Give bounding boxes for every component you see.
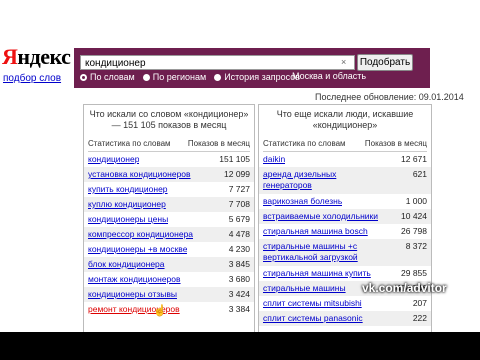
impressions: 29 855 bbox=[401, 268, 427, 278]
keyword-link[interactable]: монтаж кондиционеров bbox=[88, 274, 181, 285]
impressions: 3 384 bbox=[228, 304, 250, 314]
table-row: монтаж кондиционеров 3 680 bbox=[84, 272, 254, 287]
keyword-link[interactable]: стиральные машины bbox=[263, 283, 346, 294]
table-row: кондиционеры отзывы 3 424 bbox=[84, 287, 254, 302]
table-row: сплит системы panasonic 222 bbox=[259, 311, 431, 326]
table-row: стиральная машина bosch 26 798 bbox=[259, 224, 431, 239]
table-row: куплю кондиционер 7 708 bbox=[84, 197, 254, 212]
clear-icon[interactable]: × bbox=[341, 57, 351, 67]
keyword-link[interactable]: сплит системы mitsubishi bbox=[263, 298, 362, 309]
keyword-link[interactable]: купить кондиционер bbox=[88, 184, 168, 195]
keyword-link[interactable]: варикозная болезнь bbox=[263, 196, 342, 207]
logo-first-letter: Я bbox=[2, 44, 18, 69]
impressions: 1 000 bbox=[405, 196, 427, 206]
keyword-link[interactable]: сплит системы panasonic bbox=[263, 313, 363, 324]
impressions: 7 708 bbox=[228, 199, 250, 209]
impressions: 12 099 bbox=[224, 169, 250, 179]
keyword-link[interactable]: кондиционеры +в москве bbox=[88, 244, 187, 255]
keyword-link[interactable]: встраиваемые холодильники bbox=[263, 211, 378, 222]
last-updated: Последнее обновление: 09.01.2014 bbox=[315, 92, 464, 102]
yandex-logo[interactable]: Яндекс bbox=[2, 44, 71, 70]
table-row: стиральные машины +с вертикальной загруз… bbox=[259, 239, 431, 266]
table-row: установка кондиционеров 12 099 bbox=[84, 167, 254, 182]
impressions: 3 845 bbox=[228, 259, 250, 269]
keyword-link[interactable]: компрессор кондиционера bbox=[88, 229, 193, 240]
keyword-link[interactable]: стиральные машины +с вертикальной загруз… bbox=[263, 241, 383, 263]
panel-title: Что еще искали люди, искавшие «кондицион… bbox=[276, 109, 414, 130]
impressions: 621 bbox=[412, 169, 427, 179]
table-row: ремонт кондиционеров 3 384 bbox=[84, 302, 254, 317]
impressions: 12 671 bbox=[401, 154, 427, 164]
impressions: 3 424 bbox=[228, 289, 250, 299]
impressions: 4 230 bbox=[228, 244, 250, 254]
radio-selected-icon bbox=[80, 73, 87, 81]
table-header: Статистика по словам Показов в месяц bbox=[263, 139, 427, 152]
panel-title: Что искали со словом «кондиционер» — 151… bbox=[89, 109, 249, 130]
region-selector[interactable]: Москва и область bbox=[292, 71, 366, 81]
table-row: стиральная машина купить 29 855 bbox=[259, 266, 431, 281]
hand-cursor-icon: ☝ bbox=[153, 305, 167, 317]
impressions: 10 424 bbox=[401, 211, 427, 221]
table-row: кондиционеры цены 5 679 bbox=[84, 212, 254, 227]
table-row: сплит системы mitsubishi 207 bbox=[259, 296, 431, 311]
table-row: кондиционеры +в москве 4 230 bbox=[84, 242, 254, 257]
keyword-link[interactable]: блок кондиционера bbox=[88, 259, 165, 270]
keyword-link[interactable]: стиральная машина bosch bbox=[263, 226, 368, 237]
impressions: 7 727 bbox=[228, 184, 250, 194]
table-row: варикозная болезнь 1 000 bbox=[259, 194, 431, 209]
keyword-link[interactable]: стиральная машина купить bbox=[263, 268, 371, 279]
impressions: 222 bbox=[412, 313, 427, 323]
impressions: 8 372 bbox=[405, 241, 427, 251]
impressions: 3 680 bbox=[228, 274, 250, 284]
impressions: 151 105 bbox=[219, 154, 250, 164]
radio-icon bbox=[142, 73, 150, 81]
keyword-link[interactable]: установка кондиционеров bbox=[88, 169, 191, 180]
table-row: аренда дизельных генераторов 621 bbox=[259, 167, 431, 194]
table-header: Статистика по словам Показов в месяц bbox=[88, 139, 250, 152]
keyword-link[interactable]: аренда дизельных генераторов bbox=[263, 169, 383, 191]
impressions: 26 798 bbox=[401, 226, 427, 236]
search-button[interactable]: Подобрать bbox=[357, 54, 413, 71]
keyword-link[interactable]: кондиционеры цены bbox=[88, 214, 168, 225]
table-row: блок кондиционера 3 845 bbox=[84, 257, 254, 272]
video-letterbox bbox=[0, 332, 480, 360]
radio-history[interactable]: История запросов bbox=[214, 71, 300, 83]
table-row: компрессор кондиционера 4 478 bbox=[84, 227, 254, 242]
wordstat-link[interactable]: подбор слов bbox=[3, 73, 61, 84]
keyword-link[interactable]: кондиционер bbox=[88, 154, 139, 165]
logo-rest: ндекс bbox=[17, 44, 71, 69]
radio-icon bbox=[214, 73, 222, 81]
radio-by-regions[interactable]: По регионам bbox=[142, 71, 206, 83]
impressions: 4 478 bbox=[228, 229, 250, 239]
table-row: daikin 12 671 bbox=[259, 152, 431, 167]
search-input[interactable]: кондиционер bbox=[80, 55, 355, 70]
table-row: встраиваемые холодильники 10 424 bbox=[259, 209, 431, 224]
watermark: vk.com/advitor bbox=[362, 281, 447, 295]
radio-by-words[interactable]: По словам bbox=[80, 71, 135, 83]
table-row: купить кондиционер 7 727 bbox=[84, 182, 254, 197]
keyword-link[interactable]: daikin bbox=[263, 154, 285, 165]
keyword-link[interactable]: кондиционеры отзывы bbox=[88, 289, 177, 300]
impressions: 5 679 bbox=[228, 214, 250, 224]
search-mode-options: По словам По регионам История запросов bbox=[80, 71, 308, 83]
table-row: кондиционер 151 105 bbox=[84, 152, 254, 167]
keyword-link[interactable]: куплю кондиционер bbox=[88, 199, 166, 210]
related-words-panel: Что искали со словом «кондиционер» — 151… bbox=[83, 104, 255, 360]
impressions: 207 bbox=[412, 298, 427, 308]
also-searched-panel: Что еще искали люди, искавшие «кондицион… bbox=[258, 104, 432, 360]
